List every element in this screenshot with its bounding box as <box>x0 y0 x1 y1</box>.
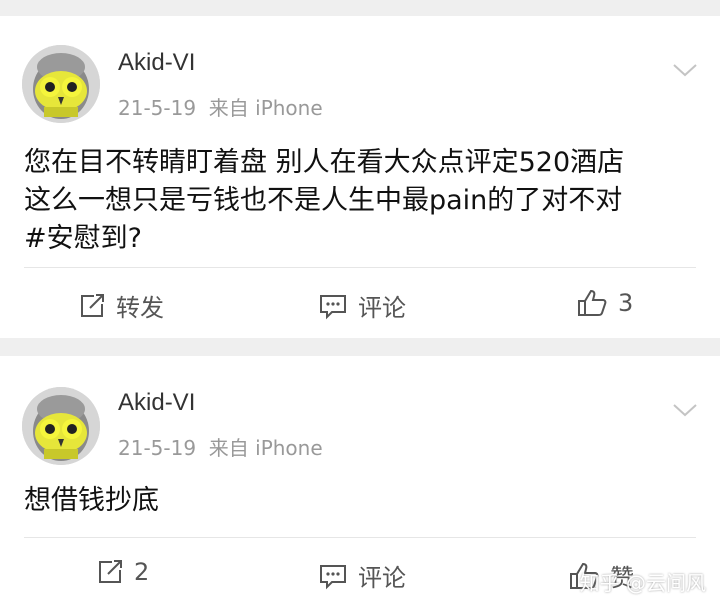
watermark: 知乎 @云间风 <box>579 571 706 595</box>
content-line: 您在目不转睛盯着盘 别人在看大众点评定520酒店 <box>24 147 625 178</box>
repost-button[interactable]: 2 <box>96 558 149 586</box>
content-line: #安慰到? <box>24 223 142 254</box>
avatar[interactable] <box>22 387 100 465</box>
comment-button[interactable]: 评论 <box>318 558 406 593</box>
avatar[interactable] <box>22 45 100 123</box>
repost-icon <box>99 560 122 583</box>
divider <box>24 267 696 268</box>
post-date: 21-5-19 <box>118 436 197 460</box>
divider <box>24 537 696 538</box>
post-meta: 21-5-19 来自 iPhone <box>118 92 323 121</box>
repost-button[interactable]: 转发 <box>78 288 164 323</box>
post-card: Akid-VI 21-5-19 来自 iPhone 您在目不转睛盯着盘 别人在看… <box>0 16 720 338</box>
comment-label: 评论 <box>358 294 406 322</box>
repost-label: 转发 <box>116 294 164 322</box>
content-line: 想借钱抄底 <box>24 485 159 516</box>
content-line: 这么一想只是亏钱也不是人生中最pain的了对不对 <box>24 185 623 216</box>
comment-icon <box>320 564 346 589</box>
like-count: 3 <box>618 289 634 317</box>
like-button[interactable]: 3 <box>576 288 633 318</box>
post-content: 您在目不转睛盯着盘 别人在看大众点评定520酒店 这么一想只是亏钱也不是人生中最… <box>24 144 696 258</box>
username[interactable]: Akid-VI <box>118 49 195 77</box>
repost-count: 2 <box>134 558 150 586</box>
chevron-down-icon[interactable] <box>672 402 698 418</box>
chevron-down-icon[interactable] <box>672 62 698 78</box>
post-source: 来自 iPhone <box>208 96 323 120</box>
owl-avatar-icon <box>22 387 100 465</box>
post-content: 想借钱抄底 <box>24 482 696 520</box>
username[interactable]: Akid-VI <box>118 389 195 417</box>
comment-label: 评论 <box>358 564 406 592</box>
post-meta: 21-5-19 来自 iPhone <box>118 432 323 461</box>
comment-button[interactable]: 评论 <box>318 288 406 323</box>
owl-avatar-icon <box>22 45 100 123</box>
thumbs-up-icon <box>578 289 607 316</box>
comment-icon <box>320 294 346 319</box>
post-source: 来自 iPhone <box>208 436 323 460</box>
post-date: 21-5-19 <box>118 96 197 120</box>
repost-icon <box>81 293 104 317</box>
